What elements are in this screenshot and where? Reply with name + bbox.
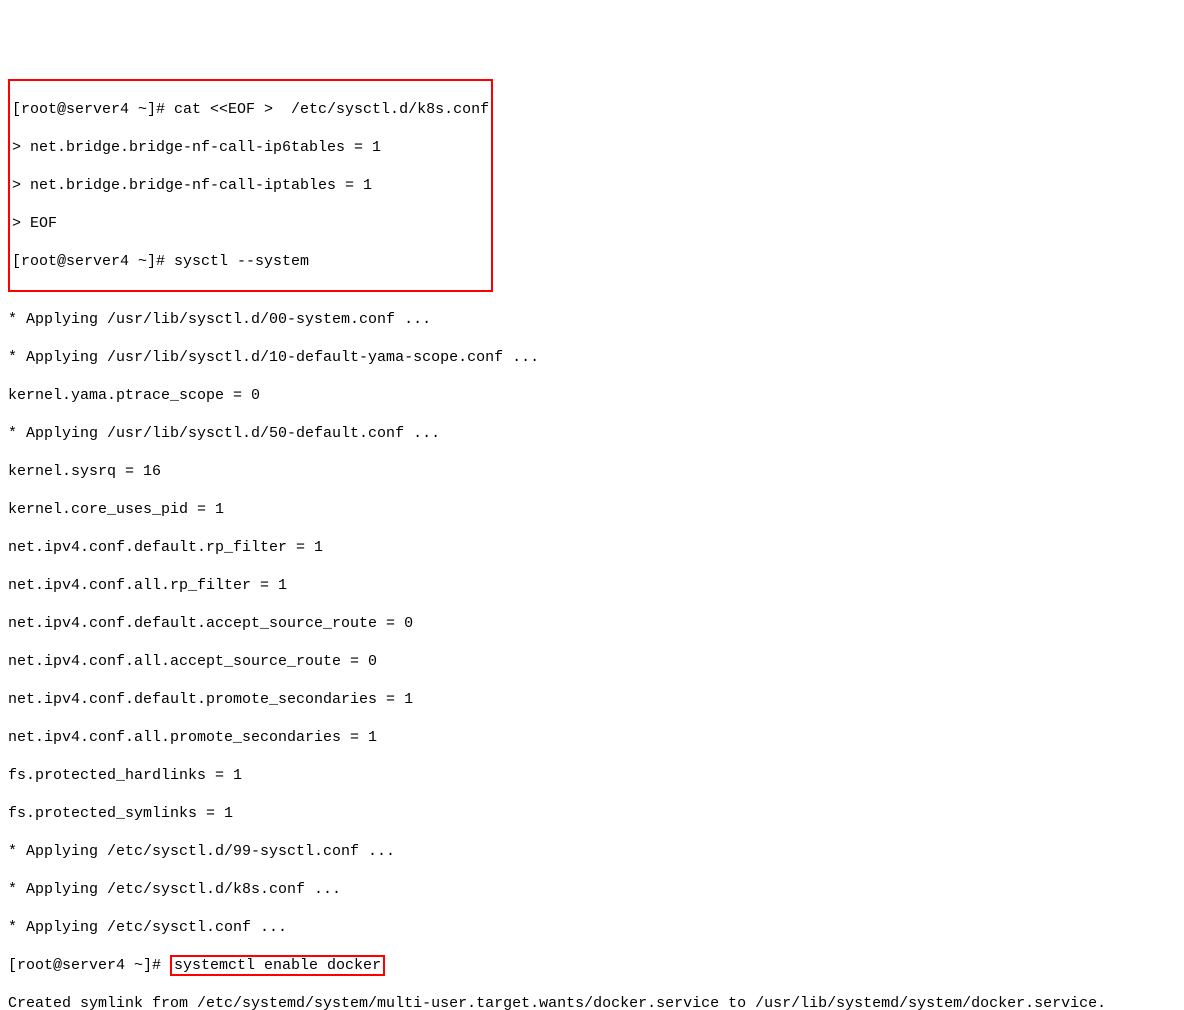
terminal-line: [root@server4 ~]# systemctl enable docke…: [8, 956, 1176, 975]
terminal-output: * Applying /usr/lib/sysctl.d/10-default-…: [8, 348, 1176, 367]
terminal-output: fs.protected_symlinks = 1: [8, 804, 1176, 823]
terminal-output: net.ipv4.conf.default.promote_secondarie…: [8, 690, 1176, 709]
terminal-output: net.ipv4.conf.all.rp_filter = 1: [8, 576, 1176, 595]
terminal-line: > net.bridge.bridge-nf-call-ip6tables = …: [12, 138, 489, 157]
terminal-output: kernel.sysrq = 16: [8, 462, 1176, 481]
terminal-line: [root@server4 ~]# sysctl --system: [12, 252, 489, 271]
terminal-output: * Applying /etc/sysctl.d/k8s.conf ...: [8, 880, 1176, 899]
terminal-output: net.ipv4.conf.all.promote_secondaries = …: [8, 728, 1176, 747]
terminal-line: > net.bridge.bridge-nf-call-iptables = 1: [12, 176, 489, 195]
terminal-output: fs.protected_hardlinks = 1: [8, 766, 1176, 785]
terminal-output: net.ipv4.conf.default.rp_filter = 1: [8, 538, 1176, 557]
highlight-box-enable-docker: systemctl enable docker: [170, 955, 385, 976]
highlight-box-sysctl: [root@server4 ~]# cat <<EOF > /etc/sysct…: [8, 79, 493, 292]
terminal-output: Created symlink from /etc/systemd/system…: [8, 994, 1176, 1010]
terminal-output: net.ipv4.conf.default.accept_source_rout…: [8, 614, 1176, 633]
prompt: [root@server4 ~]#: [8, 957, 170, 974]
terminal-output: kernel.yama.ptrace_scope = 0: [8, 386, 1176, 405]
terminal-output: net.ipv4.conf.all.accept_source_route = …: [8, 652, 1176, 671]
terminal-output: * Applying /usr/lib/sysctl.d/00-system.c…: [8, 310, 1176, 329]
terminal-line: > EOF: [12, 214, 489, 233]
terminal-output: * Applying /usr/lib/sysctl.d/50-default.…: [8, 424, 1176, 443]
terminal-line: [root@server4 ~]# cat <<EOF > /etc/sysct…: [12, 100, 489, 119]
terminal-output: * Applying /etc/sysctl.conf ...: [8, 918, 1176, 937]
terminal-output: kernel.core_uses_pid = 1: [8, 500, 1176, 519]
terminal-output: * Applying /etc/sysctl.d/99-sysctl.conf …: [8, 842, 1176, 861]
